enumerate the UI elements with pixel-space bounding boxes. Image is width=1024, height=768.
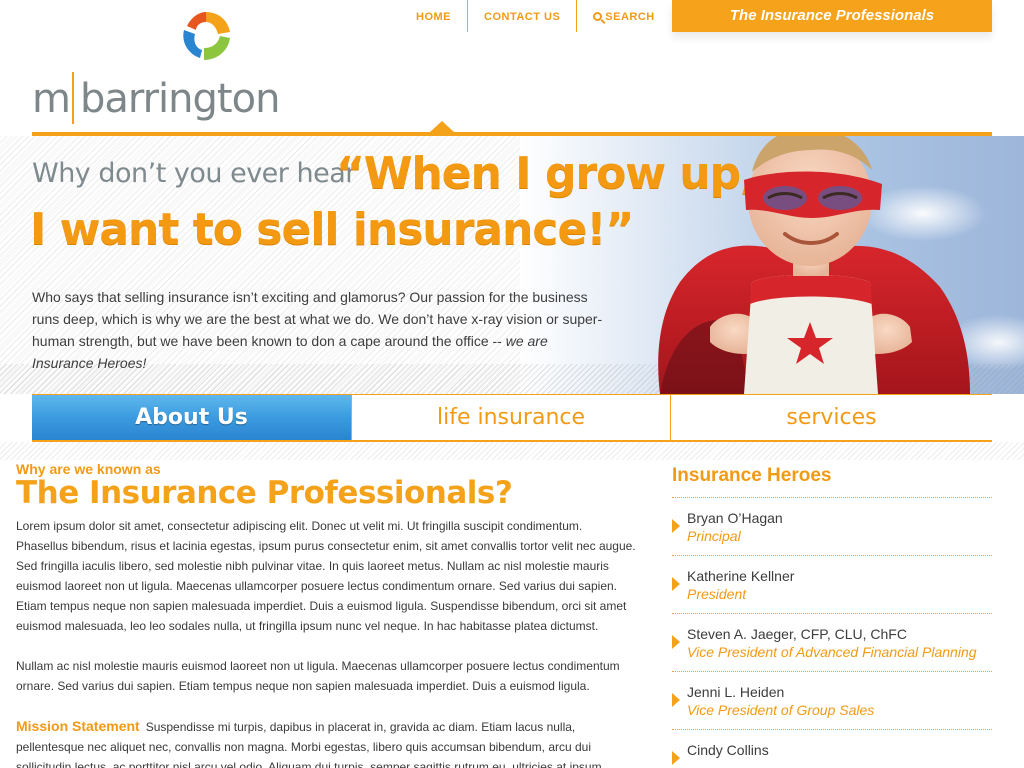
- team-member-title: President: [687, 586, 747, 602]
- tab-services[interactable]: services: [671, 395, 992, 440]
- hero-divider-notch: [430, 121, 454, 132]
- nav-home-label: HOME: [416, 11, 451, 23]
- logo-wordmark: m barrington: [32, 72, 280, 124]
- nav-home-link[interactable]: HOME: [400, 0, 468, 32]
- nav-search-label: SEARCH: [605, 11, 655, 23]
- logo-name: barrington: [79, 76, 280, 122]
- tab-life-insurance[interactable]: life insurance: [352, 395, 671, 440]
- arrow-right-icon: [672, 577, 680, 591]
- body-paragraph-2: Nullam ac nisl molestie mauris euismod l…: [16, 659, 620, 693]
- team-member-title: Principal: [687, 528, 741, 544]
- logo-letter-m: m: [32, 76, 71, 122]
- team-member-item[interactable]: Katherine Kellner President: [672, 556, 992, 614]
- site-logo[interactable]: m barrington: [30, 8, 280, 126]
- nav-contact-link[interactable]: CONTACT US: [468, 0, 578, 32]
- team-member-item[interactable]: Cindy Collins: [672, 730, 992, 768]
- sidebar-title: Insurance Heroes: [672, 460, 992, 498]
- hero-banner: Why don’t you ever hear “When I grow up,…: [0, 136, 1024, 394]
- team-member-title: Vice President of Group Sales: [687, 702, 875, 718]
- team-member-name[interactable]: Katherine Kellner: [687, 567, 992, 585]
- team-member-title: Vice President of Advanced Financial Pla…: [687, 644, 977, 660]
- top-navigation: HOME CONTACT US SEARCH: [400, 0, 671, 32]
- logo-divider: [71, 72, 74, 124]
- team-member-name[interactable]: Jenni L. Heiden: [687, 683, 992, 701]
- team-member-item[interactable]: Jenni L. Heiden Vice President of Group …: [672, 672, 992, 730]
- main-content: Why are we known as The Insurance Profes…: [16, 460, 636, 768]
- team-member-item[interactable]: Steven A. Jaeger, CFP, CLU, ChFC Vice Pr…: [672, 614, 992, 672]
- search-icon: [593, 12, 603, 21]
- body-paragraph-1: Lorem ipsum dolor sit amet, consectetur …: [16, 519, 636, 633]
- section-tabs: About Us life insurance services: [32, 394, 992, 442]
- arrow-right-icon: [672, 519, 680, 533]
- insurance-heroes-sidebar: Insurance Heroes Bryan O’Hagan Principal…: [672, 460, 992, 768]
- nav-contact-label: CONTACT US: [484, 11, 561, 23]
- section-heading: The Insurance Professionals?: [16, 475, 513, 511]
- team-member-item[interactable]: Bryan O’Hagan Principal: [672, 498, 992, 556]
- hero-lead-text: Why don’t you ever hear: [32, 158, 356, 189]
- hero-intro-paragraph: Who says that selling insurance isn’t ex…: [32, 286, 612, 374]
- arrow-right-icon: [672, 751, 680, 765]
- team-member-name[interactable]: Cindy Collins: [687, 741, 992, 759]
- superhero-kid-image: [658, 136, 970, 394]
- tab-about-us[interactable]: About Us: [32, 395, 352, 440]
- mission-label: Mission Statement: [16, 718, 140, 734]
- tagline-banner: The Insurance Professionals: [672, 0, 992, 32]
- logo-swirl-icon: [183, 12, 230, 60]
- arrow-right-icon: [672, 693, 680, 707]
- hero-quote-line-2: I want to sell insurance!”: [30, 204, 634, 255]
- team-member-name[interactable]: Steven A. Jaeger, CFP, CLU, ChFC: [687, 625, 992, 643]
- tabs-underline-texture: [0, 442, 1024, 460]
- nav-search-link[interactable]: SEARCH: [577, 0, 670, 32]
- mission-paragraph: Mission Statement Suspendisse mi turpis, …: [16, 716, 636, 768]
- arrow-right-icon: [672, 635, 680, 649]
- team-member-name[interactable]: Bryan O’Hagan: [687, 509, 992, 527]
